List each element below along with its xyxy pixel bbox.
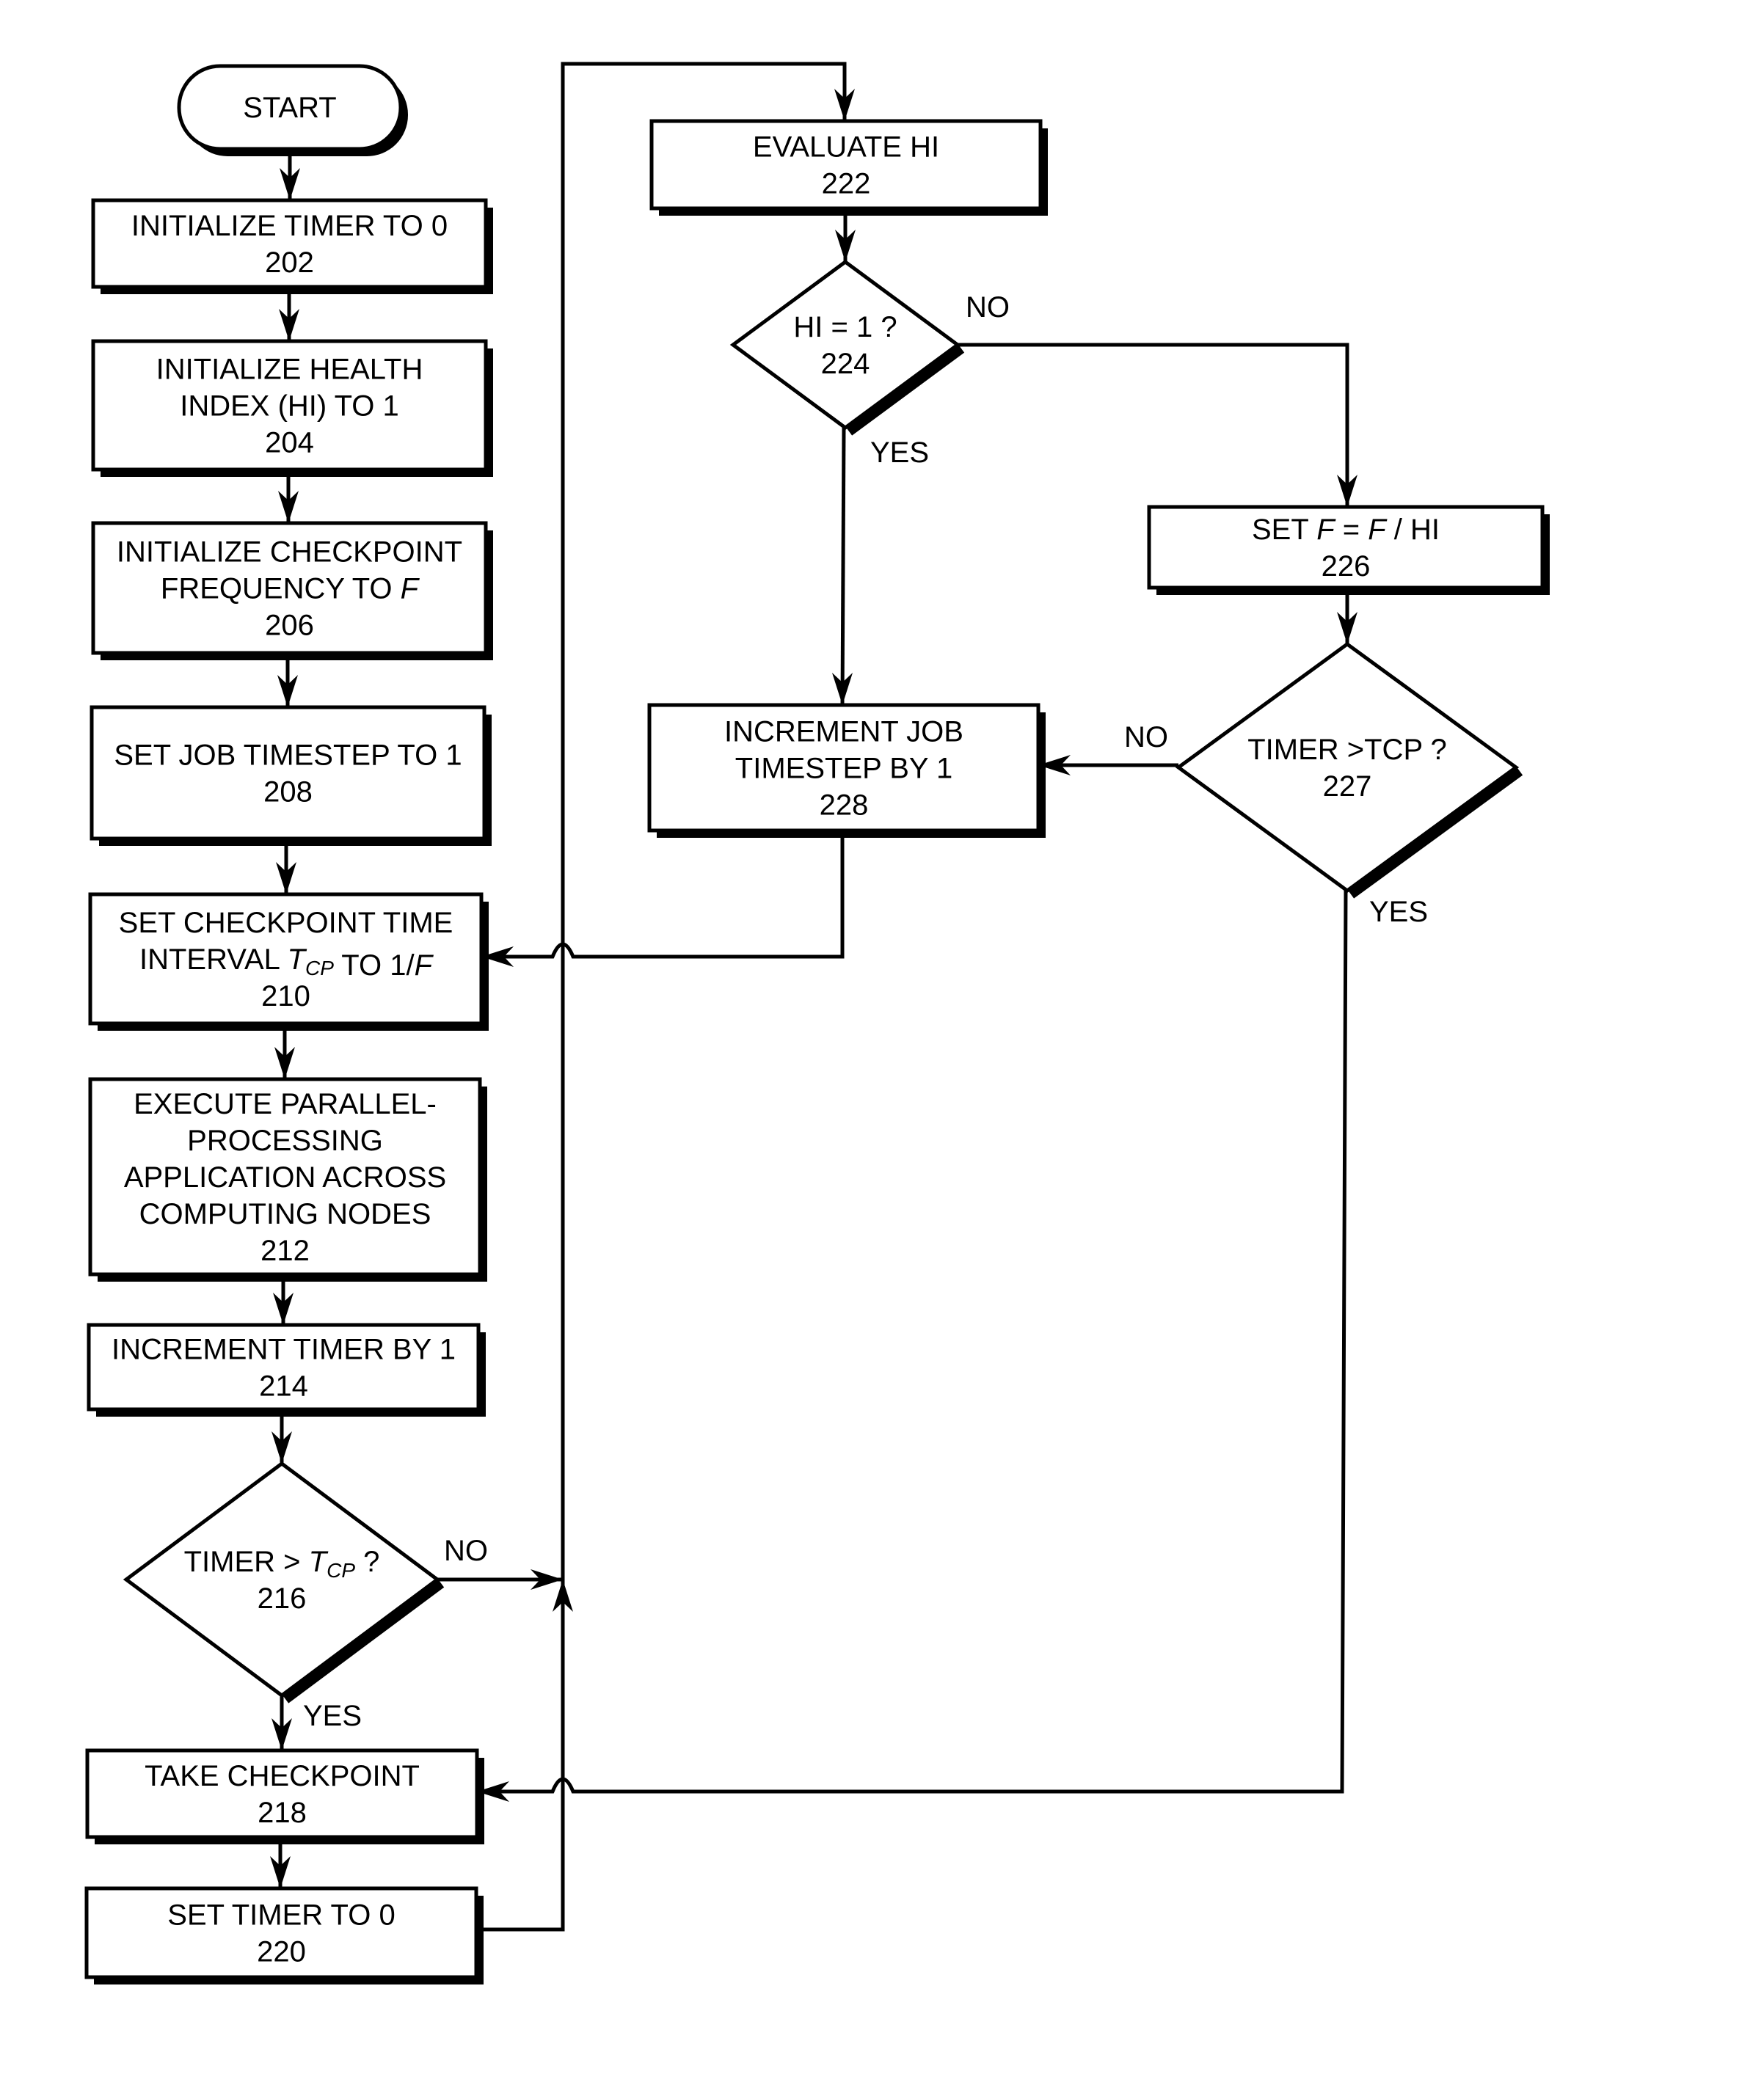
node-label-line: HI = 1 ? [793,311,897,343]
node-ref-number: 204 [265,427,314,459]
edge-label-216-no: NO [444,1535,488,1567]
node-label-line: EVALUATE HI [753,131,939,164]
decision-diamond [1175,641,1520,894]
edge-label-227-no: NO [1124,721,1168,753]
node-ref-number: 227 [1323,770,1372,803]
process-box [90,705,486,841]
node-ref-number: 226 [1322,550,1371,583]
node-218-process: TAKE CHECKPOINT 218 [85,1748,484,1844]
node-label-line: INCREMENT JOB [724,716,963,748]
decision-diamond [123,1461,441,1698]
node-label-line: FREQUENCY TO F [161,573,420,605]
node-label-line: INITIALIZE TIMER TO 0 [131,210,448,242]
decision-diamond [729,259,961,431]
edge-224-yes [840,427,846,706]
node-ref-number: 218 [258,1797,307,1829]
flowchart-canvas: START INITIALIZE TIMER TO 0 202 INITIALIZE … [0,0,1764,2085]
node-ref-number: 208 [263,776,313,808]
node-228-process: INCREMENT JOB TIMESTEP BY 1 228 [647,703,1046,838]
node-220-process: SET TIMER TO 0 220 [84,1886,484,1984]
node-204-process: INITIALIZE HEALTH INDEX (HI) TO 1 204 [91,339,493,477]
node-ref-number: 206 [265,610,314,642]
node-226-process: SET F = F / HI 226 [1147,505,1550,595]
edge-220-loop [476,1580,565,1932]
node-label-line: INCREMENT TIMER BY 1 [112,1334,456,1366]
edge-label-227-yes: YES [1369,896,1428,928]
nodes-layer: STARTINITIALIZE TIMER TO 0202INITIALIZE … [84,64,1550,1984]
node-ref-number: 210 [261,980,310,1012]
node-214-process: INCREMENT TIMER BY 1 214 [87,1323,486,1417]
node-208-process: SET JOB TIMESTEP TO 1 208 [90,705,492,846]
start-terminator: START [177,64,408,156]
node-224-decision: HI = 1 ? 224 [729,259,965,436]
node-ref-number: 224 [821,348,870,380]
node-label-line: SET TIMER TO 0 [167,1899,395,1932]
node-label-line: TIMESTEP BY 1 [735,753,952,785]
node-label-line: INITIALIZE CHECKPOINT [117,536,462,569]
node-label-line: COMPUTING NODES [139,1198,431,1230]
node-227-decision: TIMER >TCP ? 227 [1175,641,1523,899]
edge-224-no [958,343,1349,507]
edge-label-216-yes: YES [303,1700,362,1732]
edge-label-224-no: NO [966,291,1010,324]
node-label-line: SET JOB TIMESTEP TO 1 [114,740,462,772]
node-label-line: PROCESSING [187,1125,383,1157]
node-label-line: APPLICATION ACROSS [124,1161,446,1194]
node-ref-number: 202 [265,247,314,279]
node-212-process: EXECUTE PARALLEL- PROCESSING APPLICATION A… [88,1077,487,1282]
node-ref-number: 214 [259,1370,308,1403]
edge-227-yes [477,889,1348,1794]
node-label-line: INITIALIZE HEALTH [156,354,423,386]
edge-label-224-yes: YES [870,437,929,469]
edge-228-210 [481,830,845,959]
node-216-decision: TIMER > TCP ?216 [123,1461,445,1704]
node-222-process: EVALUATE HI 222 [649,119,1048,216]
node-202-process: INITIALIZE TIMER TO 0 202 [91,198,493,294]
node-label-line: SET CHECKPOINT TIME [119,907,453,939]
node-label-line: SET F = F / HI [1252,514,1440,546]
node-label-line: INDEX (HI) TO 1 [180,390,399,423]
node-ref-number: 212 [260,1235,310,1267]
node-ref-number: 228 [820,789,869,822]
node-ref-number: 216 [258,1582,307,1615]
start-label: START [243,92,336,124]
node-206-process: INITIALIZE CHECKPOINT FREQUENCY TO F 206 [91,521,493,660]
node-ref-number: 222 [822,168,871,200]
node-label-line: EXECUTE PARALLEL- [134,1088,437,1120]
node-210-process: SET CHECKPOINT TIMEINTERVAL TCP TO 1/F21… [88,892,489,1031]
node-label-line: TIMER >TCP ? [1247,734,1447,766]
node-ref-number: 220 [257,1936,306,1968]
flowchart: STARTINITIALIZE TIMER TO 0202INITIALIZE … [84,62,1550,1984]
node-label-line: TAKE CHECKPOINT [145,1760,420,1792]
